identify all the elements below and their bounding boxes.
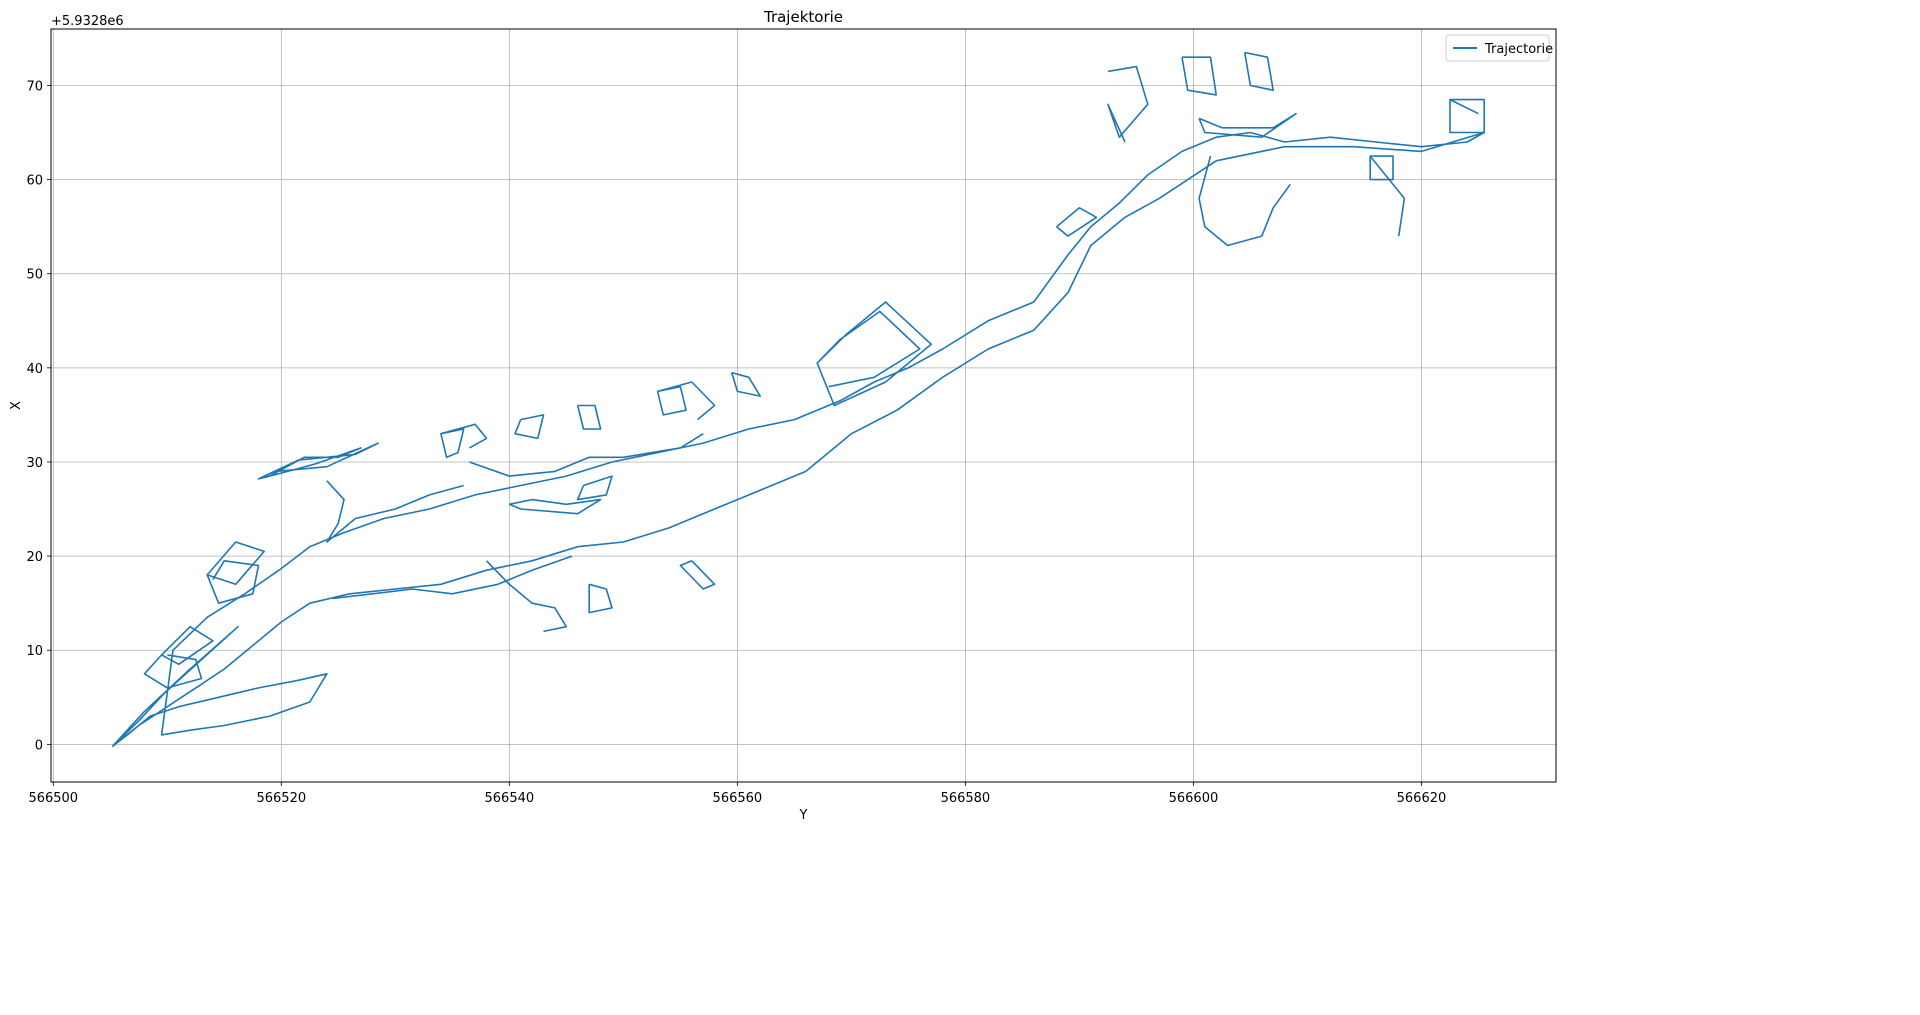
y-tick-label: 60	[26, 174, 43, 189]
y-tick-label: 0	[35, 738, 43, 753]
trajectory-chart: 566500 566520 566540 566560 566580 566600 5666…	[0, 0, 1920, 1015]
y-axis-offset-label: +5.9328e6	[51, 14, 124, 29]
x-tick-label: 566620	[1397, 791, 1447, 806]
y-tick-label: 30	[26, 456, 43, 471]
legend: Trajectorie	[1445, 34, 1553, 62]
x-tick-label: 566500	[28, 791, 78, 806]
x-axis-label: Y	[799, 808, 808, 823]
x-tick-label: 566560	[713, 791, 763, 806]
y-tick-label: 40	[26, 362, 43, 377]
x-tick-label: 566520	[256, 791, 306, 806]
y-tick-label: 50	[26, 268, 43, 283]
x-tick-label: 566600	[1169, 791, 1219, 806]
chart-title: Trajektorie	[763, 8, 843, 26]
y-tick-label: 10	[26, 644, 43, 659]
y-tick-label: 20	[26, 550, 43, 565]
chart-background	[0, 0, 1920, 1015]
x-tick-label: 566580	[941, 791, 991, 806]
x-tick-label: 566540	[485, 791, 535, 806]
y-tick-label: 70	[26, 79, 43, 94]
y-axis-label: X	[9, 401, 24, 410]
legend-label: Trajectorie	[1484, 42, 1553, 57]
